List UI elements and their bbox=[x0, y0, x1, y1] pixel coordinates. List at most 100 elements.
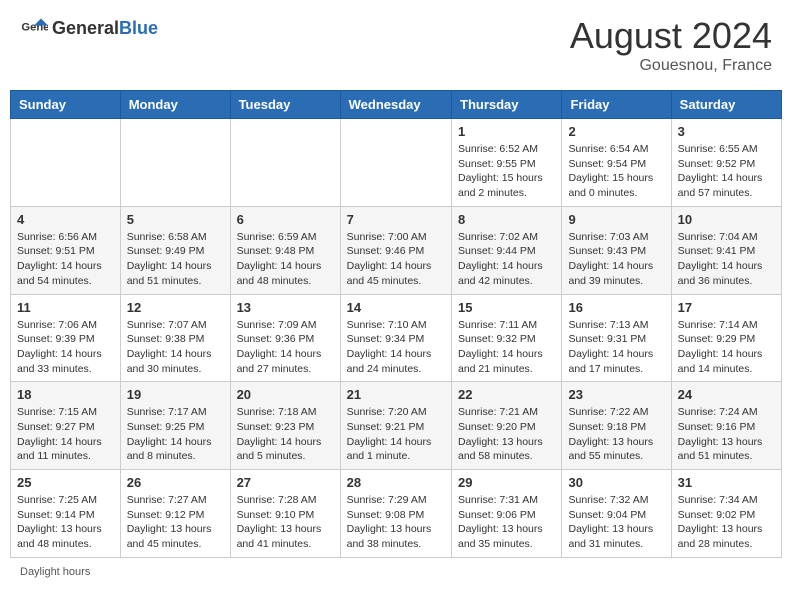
day-info: Sunrise: 7:32 AM Sunset: 9:04 PM Dayligh… bbox=[568, 493, 664, 552]
day-number: 1 bbox=[458, 124, 555, 139]
table-row: 19 Sunrise: 7:17 AM Sunset: 9:25 PM Dayli… bbox=[120, 382, 230, 470]
col-monday: Monday bbox=[120, 91, 230, 119]
table-row: 8 Sunrise: 7:02 AM Sunset: 9:44 PM Daylig… bbox=[452, 206, 562, 294]
table-row: 9Sunrise: 7:03 AM Sunset: 9:43 PM Daylig… bbox=[562, 206, 671, 294]
day-info: Sunrise: 7:29 AM Sunset: 9:08 PM Dayligh… bbox=[347, 493, 445, 552]
day-number: 2 bbox=[568, 124, 664, 139]
day-number: 24 bbox=[678, 387, 775, 402]
table-row: 25Sunrise: 7:25 AM Sunset: 9:14 PM Dayli… bbox=[11, 470, 121, 558]
table-row: 24 Sunrise: 7:24 AM Sunset: 9:16 PM Dayli… bbox=[671, 382, 781, 470]
day-number: 26 bbox=[127, 475, 224, 490]
footer: Daylight hours bbox=[10, 566, 782, 578]
day-info: Sunrise: 7:20 AM Sunset: 9:21 PM Dayligh… bbox=[347, 405, 445, 464]
daylight-label: Daylight hours bbox=[20, 566, 90, 578]
logo: General GeneralBlue bbox=[20, 15, 158, 43]
day-number: 30 bbox=[568, 475, 664, 490]
day-info: Sunrise: 6:58 AM Sunset: 9:49 PM Dayligh… bbox=[127, 230, 224, 289]
day-info: Sunrise: 7:27 AM Sunset: 9:12 PM Dayligh… bbox=[127, 493, 224, 552]
table-row: 16Sunrise: 7:13 AM Sunset: 9:31 PM Dayli… bbox=[562, 294, 671, 382]
day-number: 25 bbox=[17, 475, 114, 490]
day-number: 22 bbox=[458, 387, 555, 402]
day-info: Sunrise: 7:18 AM Sunset: 9:23 PM Dayligh… bbox=[237, 405, 334, 464]
logo-general: General bbox=[52, 19, 119, 39]
table-row: 10 Sunrise: 7:04 AM Sunset: 9:41 PM Dayli… bbox=[671, 206, 781, 294]
table-row: 11Sunrise: 7:06 AM Sunset: 9:39 PM Dayli… bbox=[11, 294, 121, 382]
day-number: 4 bbox=[17, 212, 114, 227]
day-info: Sunrise: 7:28 AM Sunset: 9:10 PM Dayligh… bbox=[237, 493, 334, 552]
table-row: 5 Sunrise: 6:58 AM Sunset: 9:49 PM Daylig… bbox=[120, 206, 230, 294]
day-number: 11 bbox=[17, 300, 114, 315]
day-number: 28 bbox=[347, 475, 445, 490]
day-number: 10 bbox=[678, 212, 775, 227]
calendar-week-row: 11Sunrise: 7:06 AM Sunset: 9:39 PM Dayli… bbox=[11, 294, 782, 382]
day-info: Sunrise: 7:15 AM Sunset: 9:27 PM Dayligh… bbox=[17, 405, 114, 464]
calendar-week-row: 25Sunrise: 7:25 AM Sunset: 9:14 PM Dayli… bbox=[11, 470, 782, 558]
table-row: 22 Sunrise: 7:21 AM Sunset: 9:20 PM Dayli… bbox=[452, 382, 562, 470]
day-info: Sunrise: 7:21 AM Sunset: 9:20 PM Dayligh… bbox=[458, 405, 555, 464]
col-tuesday: Tuesday bbox=[230, 91, 340, 119]
table-row bbox=[230, 119, 340, 207]
day-number: 18 bbox=[17, 387, 114, 402]
title-area: August 2024 Gouesnou, France bbox=[570, 15, 772, 75]
col-friday: Friday bbox=[562, 91, 671, 119]
day-number: 12 bbox=[127, 300, 224, 315]
day-number: 23 bbox=[568, 387, 664, 402]
table-row: 15 Sunrise: 7:11 AM Sunset: 9:32 PM Dayli… bbox=[452, 294, 562, 382]
logo-icon: General bbox=[20, 15, 48, 43]
table-row: 12 Sunrise: 7:07 AM Sunset: 9:38 PM Dayli… bbox=[120, 294, 230, 382]
table-row: 2Sunrise: 6:54 AM Sunset: 9:54 PM Daylig… bbox=[562, 119, 671, 207]
day-info: Sunrise: 7:13 AM Sunset: 9:31 PM Dayligh… bbox=[568, 318, 664, 377]
table-row: 1 Sunrise: 6:52 AM Sunset: 9:55 PM Daylig… bbox=[452, 119, 562, 207]
table-row: 13Sunrise: 7:09 AM Sunset: 9:36 PM Dayli… bbox=[230, 294, 340, 382]
day-number: 17 bbox=[678, 300, 775, 315]
day-number: 6 bbox=[237, 212, 334, 227]
day-info: Sunrise: 6:56 AM Sunset: 9:51 PM Dayligh… bbox=[17, 230, 114, 289]
day-info: Sunrise: 7:34 AM Sunset: 9:02 PM Dayligh… bbox=[678, 493, 775, 552]
day-info: Sunrise: 7:14 AM Sunset: 9:29 PM Dayligh… bbox=[678, 318, 775, 377]
day-info: Sunrise: 7:04 AM Sunset: 9:41 PM Dayligh… bbox=[678, 230, 775, 289]
col-wednesday: Wednesday bbox=[340, 91, 451, 119]
day-info: Sunrise: 7:11 AM Sunset: 9:32 PM Dayligh… bbox=[458, 318, 555, 377]
day-info: Sunrise: 6:52 AM Sunset: 9:55 PM Dayligh… bbox=[458, 142, 555, 201]
table-row: 30 Sunrise: 7:32 AM Sunset: 9:04 PM Dayli… bbox=[562, 470, 671, 558]
table-row bbox=[120, 119, 230, 207]
table-row: 28 Sunrise: 7:29 AM Sunset: 9:08 PM Dayli… bbox=[340, 470, 451, 558]
location-subtitle: Gouesnou, France bbox=[570, 57, 772, 75]
day-number: 29 bbox=[458, 475, 555, 490]
day-info: Sunrise: 7:22 AM Sunset: 9:18 PM Dayligh… bbox=[568, 405, 664, 464]
day-info: Sunrise: 7:24 AM Sunset: 9:16 PM Dayligh… bbox=[678, 405, 775, 464]
calendar-header-row: Sunday Monday Tuesday Wednesday Thursday… bbox=[11, 91, 782, 119]
day-info: Sunrise: 7:07 AM Sunset: 9:38 PM Dayligh… bbox=[127, 318, 224, 377]
day-number: 3 bbox=[678, 124, 775, 139]
table-row: 21 Sunrise: 7:20 AM Sunset: 9:21 PM Dayli… bbox=[340, 382, 451, 470]
table-row bbox=[340, 119, 451, 207]
table-row: 6 Sunrise: 6:59 AM Sunset: 9:48 PM Daylig… bbox=[230, 206, 340, 294]
table-row: 29 Sunrise: 7:31 AM Sunset: 9:06 PM Dayli… bbox=[452, 470, 562, 558]
day-number: 8 bbox=[458, 212, 555, 227]
day-number: 27 bbox=[237, 475, 334, 490]
table-row: 27 Sunrise: 7:28 AM Sunset: 9:10 PM Dayli… bbox=[230, 470, 340, 558]
calendar-week-row: 1 Sunrise: 6:52 AM Sunset: 9:55 PM Daylig… bbox=[11, 119, 782, 207]
day-info: Sunrise: 7:31 AM Sunset: 9:06 PM Dayligh… bbox=[458, 493, 555, 552]
calendar-week-row: 18 Sunrise: 7:15 AM Sunset: 9:27 PM Dayli… bbox=[11, 382, 782, 470]
table-row bbox=[11, 119, 121, 207]
day-number: 7 bbox=[347, 212, 445, 227]
day-info: Sunrise: 6:59 AM Sunset: 9:48 PM Dayligh… bbox=[237, 230, 334, 289]
col-thursday: Thursday bbox=[452, 91, 562, 119]
day-info: Sunrise: 7:02 AM Sunset: 9:44 PM Dayligh… bbox=[458, 230, 555, 289]
col-sunday: Sunday bbox=[11, 91, 121, 119]
logo-blue: Blue bbox=[119, 19, 158, 39]
table-row: 3Sunrise: 6:55 AM Sunset: 9:52 PM Daylig… bbox=[671, 119, 781, 207]
day-number: 14 bbox=[347, 300, 445, 315]
table-row: 23 Sunrise: 7:22 AM Sunset: 9:18 PM Dayli… bbox=[562, 382, 671, 470]
day-number: 15 bbox=[458, 300, 555, 315]
day-number: 19 bbox=[127, 387, 224, 402]
day-number: 9 bbox=[568, 212, 664, 227]
col-saturday: Saturday bbox=[671, 91, 781, 119]
day-number: 21 bbox=[347, 387, 445, 402]
day-number: 13 bbox=[237, 300, 334, 315]
table-row: 14Sunrise: 7:10 AM Sunset: 9:34 PM Dayli… bbox=[340, 294, 451, 382]
day-info: Sunrise: 7:17 AM Sunset: 9:25 PM Dayligh… bbox=[127, 405, 224, 464]
day-number: 5 bbox=[127, 212, 224, 227]
table-row: 17 Sunrise: 7:14 AM Sunset: 9:29 PM Dayli… bbox=[671, 294, 781, 382]
